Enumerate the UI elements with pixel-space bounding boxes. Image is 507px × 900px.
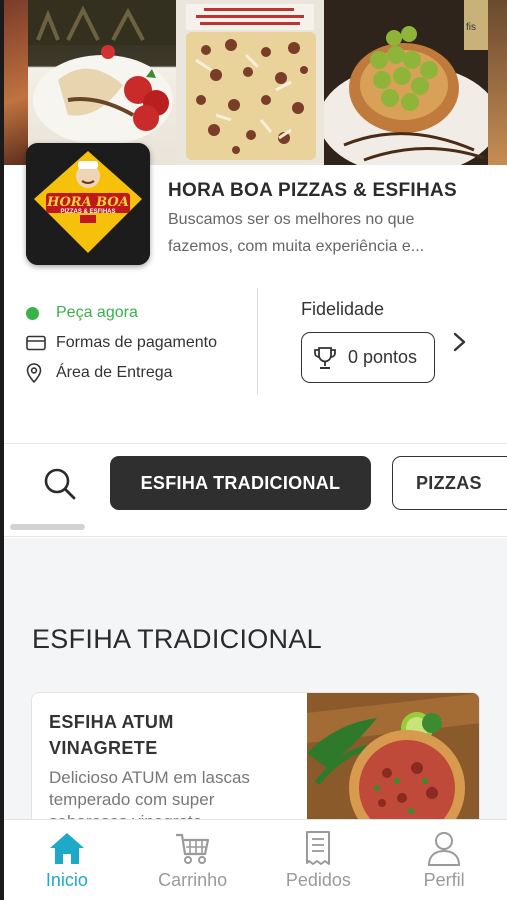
store-description[interactable]: Buscamos ser os melhores no que fazemos,… xyxy=(168,206,488,260)
nav-profile-label: Perfil xyxy=(423,870,465,890)
horizontal-scrollbar[interactable] xyxy=(10,524,85,530)
banner-photo xyxy=(176,0,324,165)
order-status: Peça agora xyxy=(26,298,217,328)
payment-methods-label: Formas de pagamento xyxy=(56,334,217,351)
nav-home-label: Inicio xyxy=(45,870,88,890)
home-icon xyxy=(49,833,84,864)
delivery-area-link[interactable]: Área de Entrega xyxy=(26,358,217,388)
loyalty-points-button[interactable]: 0 pontos xyxy=(301,332,435,383)
svg-text:fis: fis xyxy=(466,22,476,33)
product-description: Delicioso ATUM em lascas temperado com s… xyxy=(49,767,307,826)
store-description-line: Buscamos ser os melhores no que xyxy=(168,211,415,228)
category-tab[interactable]: PIZZAS xyxy=(392,456,507,510)
credit-card-icon xyxy=(26,333,48,353)
search-button[interactable] xyxy=(40,464,80,504)
receipt-icon xyxy=(306,831,331,865)
chevron-right-icon[interactable] xyxy=(449,330,471,359)
nav-profile[interactable]: Perfil xyxy=(381,820,507,900)
order-status-label: Peça agora xyxy=(56,304,138,321)
delivery-area-label: Área de Entrega xyxy=(56,364,173,381)
section-title: ESFIHA TRADICIONAL xyxy=(32,624,322,654)
nav-cart-label: Carrinho xyxy=(158,870,228,890)
divider xyxy=(257,288,258,394)
user-icon xyxy=(428,832,461,866)
trophy-icon xyxy=(314,346,336,369)
product-card[interactable]: ESFIHA ATUM VINAGRETE Delicioso ATUM em … xyxy=(31,692,480,827)
store-description-line: fazemos, com muita experiência e... xyxy=(168,238,425,255)
status-dot-icon xyxy=(26,303,48,323)
logo-subtext: PIZZAS & ESFIHAS xyxy=(60,209,116,215)
menu-content: ESFIHA TRADICIONAL ESFIHA ATUM VINAGRETE… xyxy=(4,538,507,827)
loyalty-title: Fidelidade xyxy=(301,299,385,319)
banner-photo xyxy=(488,0,507,165)
bottom-navigation: Inicio Carrinho Pedidos Perfil xyxy=(4,819,507,900)
product-image xyxy=(307,693,479,826)
loyalty-points-label: 0 pontos xyxy=(348,347,418,367)
product-description-line: temperado com super xyxy=(49,790,215,809)
store-info: Peça agora Formas de pagamento Área de E… xyxy=(26,298,217,388)
product-name: ESFIHA ATUM VINAGRETE xyxy=(49,709,299,761)
banner-photo xyxy=(28,0,176,165)
nav-orders[interactable]: Pedidos xyxy=(256,820,382,900)
banner-photo: fis xyxy=(324,0,488,165)
store-logo: HORA BOA PIZZAS & ESFIHAS xyxy=(26,143,150,265)
product-description-line: Delicioso ATUM em lascas xyxy=(49,768,250,787)
logo-text: HORA BOA xyxy=(47,195,129,210)
nav-home[interactable]: Inicio xyxy=(4,820,130,900)
nav-orders-label: Pedidos xyxy=(285,870,351,890)
map-pin-icon xyxy=(26,363,48,383)
nav-cart[interactable]: Carrinho xyxy=(130,820,256,900)
app-screen: fis HORA BOA PIZZAS & ESFIHAS HORA BOA P… xyxy=(4,0,507,900)
cart-icon xyxy=(175,833,209,864)
payment-methods-link[interactable]: Formas de pagamento xyxy=(26,328,217,358)
store-banner: fis xyxy=(4,0,507,165)
category-bar: ESFIHA TRADICIONAL PIZZAS xyxy=(4,443,507,537)
category-tab-active[interactable]: ESFIHA TRADICIONAL xyxy=(110,456,371,510)
banner-photo xyxy=(4,0,28,165)
store-name: HORA BOA PIZZAS & ESFIHAS xyxy=(168,180,457,201)
product-name-line: VINAGRETE xyxy=(49,738,158,758)
product-name-line: ESFIHA ATUM xyxy=(49,712,174,732)
search-icon xyxy=(44,468,76,500)
